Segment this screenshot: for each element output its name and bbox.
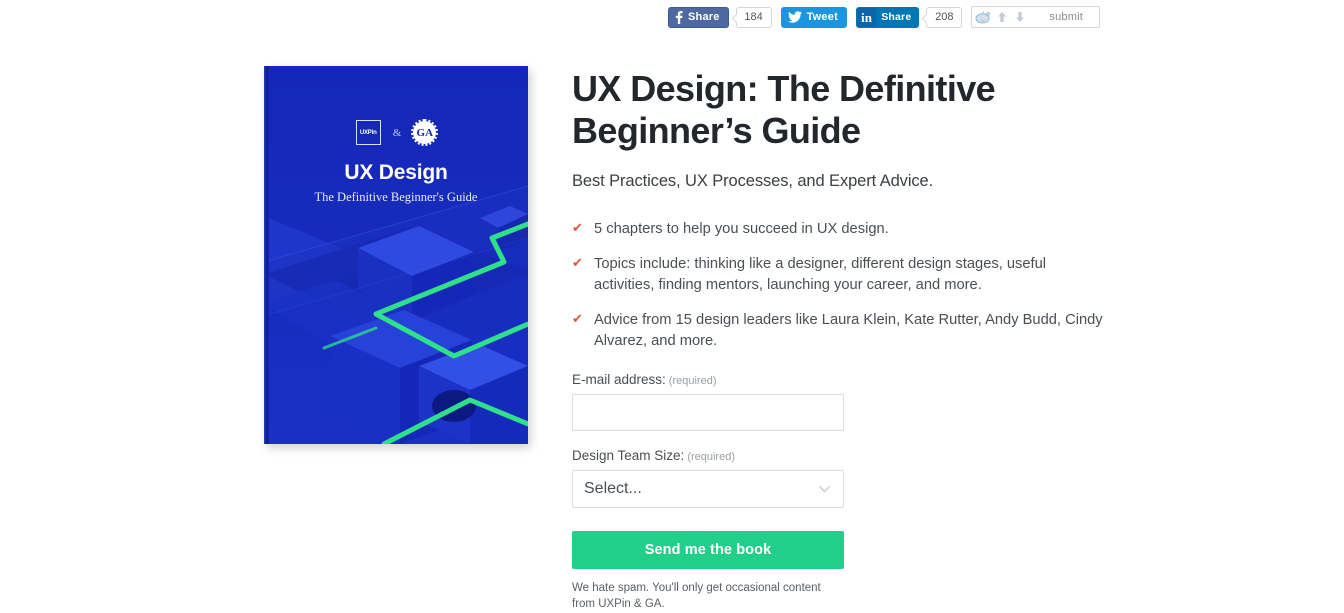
send-book-button[interactable]: Send me the book [572, 530, 844, 569]
list-item-text: Advice from 15 design leaders like Laura… [594, 311, 1103, 349]
team-size-required-note: (required) [687, 450, 735, 463]
facebook-share-count[interactable]: 184 [735, 6, 772, 28]
linkedin-share-label: Share [881, 10, 912, 23]
book-cover-logos: UXPin & GA [264, 119, 528, 146]
linkedin-share-group: in Share 208 [855, 6, 963, 28]
check-icon: ✔ [572, 310, 583, 326]
book-cover-text: UXPin & GA UX Design The Definitive Begi… [264, 119, 528, 205]
team-size-select[interactable]: Select... [572, 469, 844, 508]
reddit-upvote-icon[interactable] [995, 10, 1009, 24]
twitter-bird-icon [787, 11, 802, 23]
linkedin-in-icon: in [856, 7, 877, 27]
facebook-share-label: Share [688, 10, 720, 23]
ampersand-separator: & [392, 126, 402, 139]
social-share-bar: Share 184 Tweet in Share 208 submit [668, 6, 1100, 28]
facebook-f-icon [675, 10, 683, 24]
book-cover-title: UX Design [344, 161, 448, 184]
reddit-submit-group[interactable]: submit [971, 6, 1100, 28]
page-title: UX Design: The Definitive Beginner’s Gui… [572, 68, 996, 151]
reddit-downvote-icon[interactable] [1013, 10, 1027, 24]
facebook-share-group: Share 184 [668, 6, 772, 28]
list-item: ✔ Advice from 15 design leaders like Lau… [572, 310, 1106, 352]
chevron-down-icon [818, 482, 831, 495]
email-label-text: E-mail address: [572, 371, 666, 387]
uxpin-logo: UXPin [355, 120, 381, 145]
ebook-cover-art: UXPin & GA UX Design The Definitive Begi… [264, 66, 528, 444]
list-item: ✔ 5 chapters to help you succeed in UX d… [572, 219, 1106, 240]
facebook-share-button[interactable]: Share [668, 6, 729, 28]
general-assembly-logo: GA [411, 119, 439, 146]
list-item-text: Topics include: thinking like a designer… [594, 255, 1047, 293]
lead-capture-form: E-mail address: (required) Design Team Si… [572, 372, 844, 613]
list-item: ✔ Topics include: thinking like a design… [572, 254, 1106, 296]
team-size-label: Design Team Size: (required) [572, 448, 844, 463]
reddit-submit-label[interactable]: submit [1049, 11, 1083, 23]
email-required-note: (required) [668, 374, 717, 387]
book-cover-subtitle: The Definitive Beginner's Guide [314, 190, 478, 204]
landing-content: UX Design: The Definitive Beginner’s Gui… [572, 68, 1132, 613]
twitter-tweet-label: Tweet [806, 10, 838, 23]
email-label: E-mail address: (required) [572, 372, 844, 387]
team-size-label-text: Design Team Size: [572, 447, 685, 463]
reddit-alien-icon [975, 10, 991, 24]
team-size-selected-value: Select... [584, 479, 642, 497]
twitter-share-group: Tweet [780, 6, 847, 28]
email-field[interactable] [572, 393, 844, 431]
linkedin-share-button[interactable]: in Share [855, 6, 920, 28]
check-icon: ✔ [572, 219, 583, 235]
page-subtitle: Best Practices, UX Processes, and Expert… [572, 171, 934, 190]
spam-disclaimer: We hate spam. You'll only get occasional… [572, 581, 821, 611]
linkedin-share-count[interactable]: 208 [926, 6, 963, 28]
ebook-cover: UXPin & GA UX Design The Definitive Begi… [264, 66, 528, 444]
twitter-tweet-button[interactable]: Tweet [780, 6, 847, 28]
form-spacer [572, 431, 844, 448]
benefits-list: ✔ 5 chapters to help you succeed in UX d… [572, 219, 1106, 352]
list-item-text: 5 chapters to help you succeed in UX des… [594, 220, 889, 237]
check-icon: ✔ [572, 254, 583, 270]
book-spine [264, 66, 269, 444]
